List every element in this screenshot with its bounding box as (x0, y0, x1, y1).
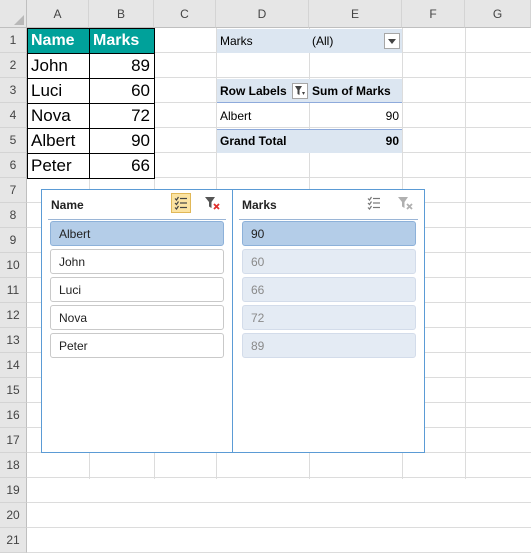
slicer-item[interactable]: 90 (242, 221, 416, 246)
row-header[interactable]: 6 (0, 153, 27, 178)
row-header[interactable]: 4 (0, 103, 27, 128)
pivot-row-label[interactable]: Albert (220, 104, 300, 128)
slicer-item[interactable]: Peter (50, 333, 224, 358)
column-header-e[interactable]: E (309, 0, 402, 28)
row-header[interactable]: 8 (0, 203, 27, 228)
pivot-row-labels-header: Row Labels (220, 84, 287, 98)
table-cell-name[interactable]: John (27, 53, 90, 79)
slicer-marks-title: Marks (242, 198, 277, 212)
pivot-sum-header: Sum of Marks (312, 84, 391, 98)
slicer-item[interactable]: 60 (242, 249, 416, 274)
slicer-item[interactable]: John (50, 249, 224, 274)
row-header[interactable]: 9 (0, 228, 27, 253)
row-header[interactable]: 2 (0, 53, 27, 78)
dropdown-arrow-icon[interactable] (384, 33, 400, 49)
row-header[interactable]: 21 (0, 528, 27, 553)
row-header[interactable]: 14 (0, 353, 27, 378)
slicer-item[interactable]: 66 (242, 277, 416, 302)
filter-applied-icon[interactable] (292, 83, 308, 99)
column-header-c[interactable]: C (154, 0, 216, 28)
column-header-d[interactable]: D (216, 0, 309, 28)
clear-filter-icon[interactable] (202, 193, 222, 213)
pivot-row-value[interactable]: 90 (312, 104, 399, 128)
row-header[interactable]: 5 (0, 128, 27, 153)
table-header-marks[interactable]: Marks (89, 28, 155, 54)
table-cell-marks[interactable]: 60 (89, 78, 155, 104)
column-header-b[interactable]: B (89, 0, 154, 28)
pivot-grand-total-label: Grand Total (220, 134, 287, 148)
pivot-filter-label: Marks (220, 34, 253, 48)
row-header[interactable]: 10 (0, 253, 27, 278)
select-all-corner[interactable] (0, 0, 27, 28)
multi-select-icon[interactable] (364, 193, 384, 213)
slicer-name[interactable]: Name Albert John Luci Nova Peter (41, 189, 233, 453)
column-header-g[interactable]: G (465, 0, 531, 28)
multi-select-icon[interactable] (171, 193, 191, 213)
row-header[interactable]: 3 (0, 78, 27, 103)
column-header-a[interactable]: A (27, 0, 89, 28)
table-cell-marks[interactable]: 90 (89, 128, 155, 154)
row-header[interactable]: 15 (0, 378, 27, 403)
clear-filter-icon[interactable] (395, 193, 415, 213)
row-header[interactable]: 11 (0, 278, 27, 303)
slicer-marks[interactable]: Marks 90 60 66 72 89 (232, 189, 425, 453)
table-cell-marks[interactable]: 89 (89, 53, 155, 79)
row-header[interactable]: 12 (0, 303, 27, 328)
table-cell-marks[interactable]: 66 (89, 153, 155, 179)
slicer-item[interactable]: Nova (50, 305, 224, 330)
table-cell-name[interactable]: Albert (27, 128, 90, 154)
table-cell-name[interactable]: Luci (27, 78, 90, 104)
table-cell-marks[interactable]: 72 (89, 103, 155, 129)
spreadsheet: A B C D E F G 1 2 3 4 5 6 7 8 9 10 11 12 13 14 15 16 17 1… (0, 0, 531, 553)
slicer-item[interactable]: Albert (50, 221, 224, 246)
pivot-grand-total-value: 90 (385, 134, 399, 148)
row-header[interactable]: 16 (0, 403, 27, 428)
slicer-item[interactable]: 89 (242, 333, 416, 358)
slicer-item[interactable]: Luci (50, 277, 224, 302)
slicer-name-title: Name (51, 198, 84, 212)
slicer-item[interactable]: 72 (242, 305, 416, 330)
pivot-filter-value: (All) (312, 34, 334, 48)
table-cell-name[interactable]: Peter (27, 153, 90, 179)
row-header[interactable]: 19 (0, 478, 27, 503)
column-header-f[interactable]: F (402, 0, 465, 28)
row-header[interactable]: 7 (0, 178, 27, 203)
row-header[interactable]: 13 (0, 328, 27, 353)
row-header[interactable]: 20 (0, 503, 27, 528)
table-header-name[interactable]: Name (27, 28, 90, 54)
row-header[interactable]: 18 (0, 453, 27, 478)
table-cell-name[interactable]: Nova (27, 103, 90, 129)
row-header[interactable]: 1 (0, 28, 27, 53)
row-header[interactable]: 17 (0, 428, 27, 453)
